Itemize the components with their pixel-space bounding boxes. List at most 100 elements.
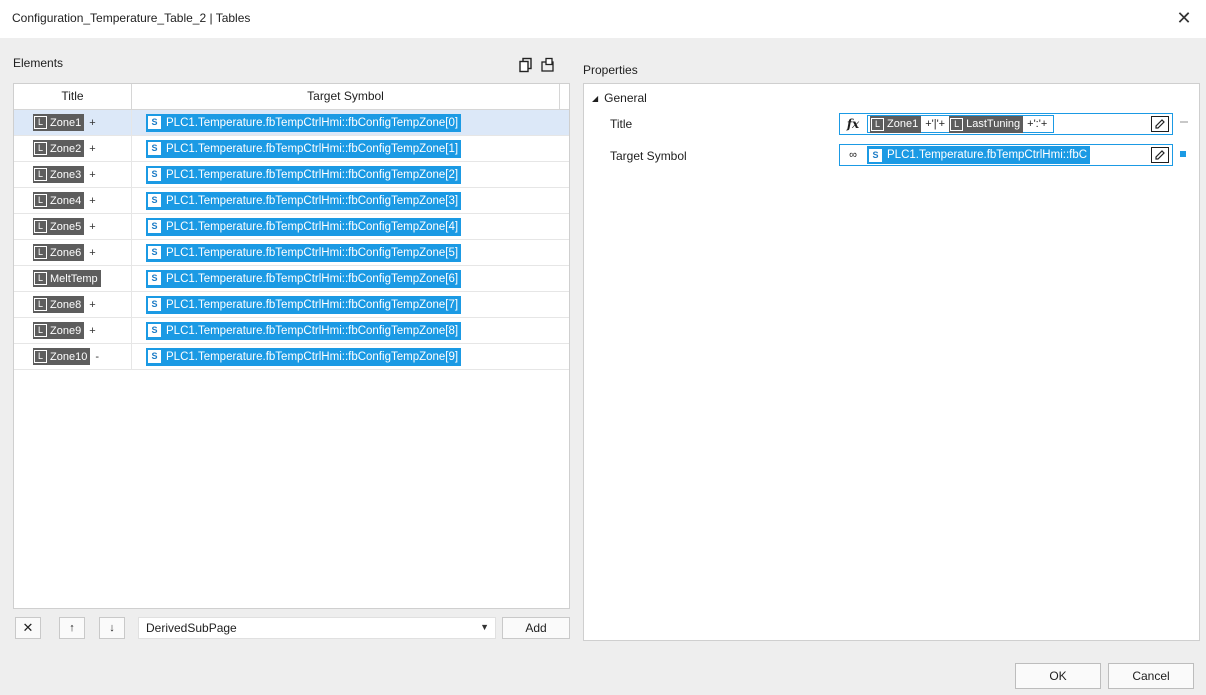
table-row[interactable]: L Zone4 + S PLC1.Temperature.fbTempCtrlHmi::…: [14, 187, 569, 214]
bound-indicator-icon[interactable]: [1180, 151, 1186, 157]
title-cell[interactable]: L MeltTemp: [14, 265, 132, 292]
local-chip: L Zone2: [33, 140, 85, 157]
title-chip-text: Zone6: [50, 246, 82, 259]
column-header-target-symbol[interactable]: Target Symbol: [132, 84, 560, 109]
symbol-badge: S: [148, 298, 161, 311]
close-icon[interactable]: ✕: [1172, 6, 1196, 30]
target-symbol-property-value[interactable]: ∞ S PLC1.Temperature.fbTempCtrlHmi::fbC: [839, 144, 1173, 166]
cancel-button[interactable]: Cancel: [1108, 663, 1194, 689]
link-icon[interactable]: ∞: [843, 149, 863, 161]
symbol-chip: S PLC1.Temperature.fbTempCtrlHmi::fbConfi…: [146, 295, 462, 314]
group-general[interactable]: ◢ General: [592, 91, 647, 105]
local-badge: L: [34, 350, 47, 363]
target-chip-text: PLC1.Temperature.fbTempCtrlHmi::fbConfig…: [166, 168, 459, 181]
target-chip-text: PLC1.Temperature.fbTempCtrlHmi::fbConfig…: [166, 272, 459, 285]
target-symbol-cell[interactable]: S PLC1.Temperature.fbTempCtrlHmi::fbConfi…: [132, 188, 560, 214]
edit-icon[interactable]: [1151, 147, 1169, 163]
target-symbol-cell[interactable]: S PLC1.Temperature.fbTempCtrlHmi::fbConfi…: [132, 240, 560, 266]
grid-header: Title Target Symbol: [14, 84, 569, 110]
local-badge: L: [34, 272, 47, 285]
symbol-badge: S: [148, 116, 161, 129]
title-cell[interactable]: L Zone3 +: [14, 161, 132, 188]
local-chip-lasttuning: L LastTuning: [949, 115, 1024, 133]
symbol-chip: S PLC1.Temperature.fbTempCtrlHmi::fbConfi…: [146, 113, 462, 132]
function-icon[interactable]: fx: [843, 117, 863, 131]
arrow-down-icon: ↓: [109, 622, 115, 634]
title-cell[interactable]: L Zone9 +: [14, 317, 132, 344]
local-badge: L: [34, 246, 47, 259]
local-chip: L Zone10: [33, 348, 91, 365]
copy-icon[interactable]: [517, 56, 535, 74]
table-row[interactable]: L Zone1 + S PLC1.Temperature.fbTempCtrlHmi::…: [14, 109, 569, 136]
table-row[interactable]: L MeltTemp S PLC1.Temperature.fbTempCtrlHmi…: [14, 265, 569, 292]
add-button[interactable]: Add: [502, 617, 570, 639]
symbol-badge: S: [148, 350, 161, 363]
symbol-badge: S: [148, 168, 161, 181]
target-symbol-cell[interactable]: S PLC1.Temperature.fbTempCtrlHmi::fbConfi…: [132, 318, 560, 344]
local-badge: L: [871, 117, 884, 131]
expression-operator: +'|'+: [925, 118, 946, 130]
title-chip-text: Zone9: [50, 324, 82, 337]
target-chip-text: PLC1.Temperature.fbTempCtrlHmi::fbConfig…: [166, 246, 459, 259]
table-row[interactable]: L Zone6 + S PLC1.Temperature.fbTempCtrlHmi::…: [14, 239, 569, 266]
properties-panel: ◢ General Title fx L Zone1 +'|'+ L LastTun…: [583, 83, 1200, 641]
ok-button[interactable]: OK: [1015, 663, 1101, 689]
table-row[interactable]: L Zone5 + S PLC1.Temperature.fbTempCtrlHmi::…: [14, 213, 569, 240]
local-chip: L Zone3: [33, 166, 85, 183]
edit-icon[interactable]: [1151, 116, 1169, 132]
title-chip-text: MeltTemp: [50, 272, 98, 285]
reset-icon[interactable]: [1180, 121, 1188, 123]
title-bar: Configuration_Temperature_Table_2 | Tabl…: [0, 0, 1206, 38]
target-symbol-cell[interactable]: S PLC1.Temperature.fbTempCtrlHmi::fbConfi…: [132, 344, 560, 370]
title-suffix: +: [89, 194, 96, 207]
local-badge: L: [34, 116, 47, 129]
symbol-badge: S: [148, 194, 161, 207]
elements-toolbar: [517, 56, 557, 74]
target-chip-text: PLC1.Temperature.fbTempCtrlHmi::fbConfig…: [166, 350, 459, 363]
arrow-up-icon: ↑: [69, 622, 75, 634]
title-suffix: +: [89, 246, 96, 259]
symbol-badge: S: [148, 324, 161, 337]
title-cell[interactable]: L Zone4 +: [14, 187, 132, 214]
expression-operator: +':'+: [1027, 118, 1048, 130]
target-symbol-property-label: Target Symbol: [610, 149, 687, 163]
title-cell[interactable]: L Zone5 +: [14, 213, 132, 240]
target-symbol-cell[interactable]: S PLC1.Temperature.fbTempCtrlHmi::fbConfi…: [132, 110, 560, 136]
local-badge: L: [34, 220, 47, 233]
local-chip: L MeltTemp: [33, 270, 101, 287]
table-row[interactable]: L Zone8 + S PLC1.Temperature.fbTempCtrlHmi::…: [14, 291, 569, 318]
title-chip-text: Zone2: [50, 142, 82, 155]
move-down-button[interactable]: ↓: [99, 617, 125, 639]
title-suffix: -: [95, 350, 99, 363]
target-symbol-cell[interactable]: S PLC1.Temperature.fbTempCtrlHmi::fbConfi…: [132, 136, 560, 162]
elements-label: Elements: [13, 56, 64, 70]
title-cell[interactable]: L Zone1 +: [14, 109, 132, 136]
symbol-badge: S: [148, 142, 161, 155]
title-cell[interactable]: L Zone8 +: [14, 291, 132, 318]
target-symbol-cell[interactable]: S PLC1.Temperature.fbTempCtrlHmi::fbConfi…: [132, 162, 560, 188]
column-header-title[interactable]: Title: [14, 84, 132, 109]
table-row[interactable]: L Zone3 + S PLC1.Temperature.fbTempCtrlHmi::…: [14, 161, 569, 188]
title-cell[interactable]: L Zone10-: [14, 343, 132, 370]
table-row[interactable]: L Zone2 + S PLC1.Temperature.fbTempCtrlHmi::…: [14, 135, 569, 162]
title-cell[interactable]: L Zone6 +: [14, 239, 132, 266]
title-suffix: +: [89, 116, 96, 129]
title-cell[interactable]: L Zone2 +: [14, 135, 132, 162]
elements-grid: Title Target Symbol L Zone1 + S PLC1.Tempera…: [13, 83, 570, 609]
title-chip-text: Zone1: [50, 116, 82, 129]
element-type-select[interactable]: DerivedSubPage ▼: [138, 617, 496, 639]
target-symbol-cell[interactable]: S PLC1.Temperature.fbTempCtrlHmi::fbConfi…: [132, 266, 560, 292]
title-chip-text: Zone5: [50, 220, 82, 233]
move-up-button[interactable]: ↑: [59, 617, 85, 639]
title-expression[interactable]: L Zone1 +'|'+ L LastTuning +':'+: [867, 115, 1055, 133]
title-property-value[interactable]: fx L Zone1 +'|'+ L LastTuning +':'+: [839, 113, 1173, 135]
paste-icon[interactable]: [539, 56, 557, 74]
table-row[interactable]: L Zone9 + S PLC1.Temperature.fbTempCtrlHmi::…: [14, 317, 569, 344]
delete-button[interactable]: ✕: [15, 617, 41, 639]
title-chip-text: Zone8: [50, 298, 82, 311]
window-title: Configuration_Temperature_Table_2 | Tabl…: [12, 11, 251, 25]
target-symbol-cell[interactable]: S PLC1.Temperature.fbTempCtrlHmi::fbConfi…: [132, 214, 560, 240]
local-chip-text: LastTuning: [966, 118, 1021, 130]
target-symbol-cell[interactable]: S PLC1.Temperature.fbTempCtrlHmi::fbConfi…: [132, 292, 560, 318]
table-row[interactable]: L Zone10- S PLC1.Temperature.fbTempCtrlHmi:…: [14, 343, 569, 370]
